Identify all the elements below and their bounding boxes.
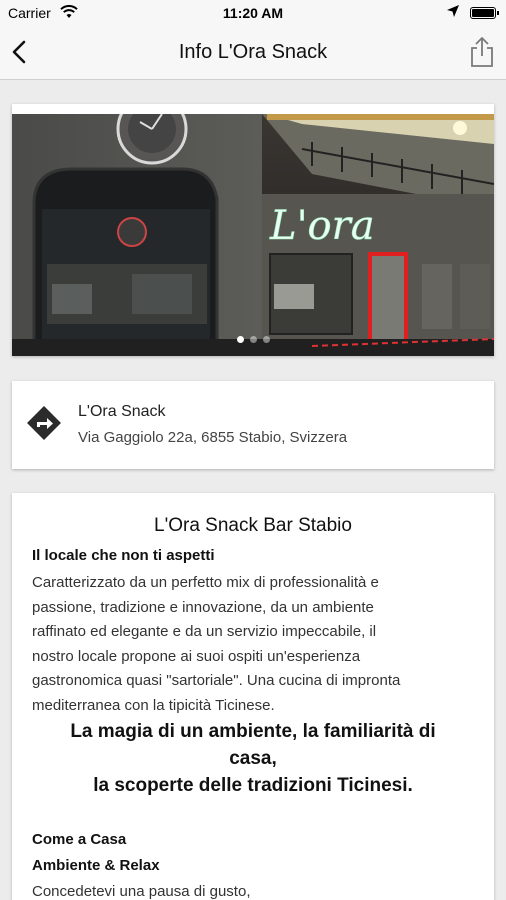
highlight-line: La magia di un ambiente, la familiarità …: [70, 721, 436, 742]
description-card: L'Ora Snack Bar Stabio Il locale che non…: [12, 493, 494, 900]
status-bar: Carrier 11:20 AM: [0, 0, 506, 26]
description-subtitle: Il locale che non ti aspetti: [32, 547, 215, 564]
clock: 11:20 AM: [222, 5, 284, 21]
gallery-pager[interactable]: [12, 330, 494, 348]
paragraph-line: passione, tradizione e innovazione, da u…: [32, 598, 374, 616]
description-paragraph: Caratterizzato da un perfetto mix di pro…: [32, 571, 480, 718]
neon-sign-text: L'ora: [269, 203, 375, 249]
pager-dot[interactable]: [249, 336, 257, 343]
page-title: Info L'Ora Snack: [178, 41, 328, 63]
photo-gallery-card: L'ora: [12, 104, 494, 356]
section-heading-home: Come a Casa: [32, 831, 127, 848]
location-arrow-icon: [446, 4, 460, 21]
pager-dot[interactable]: [262, 336, 270, 343]
pager-dot[interactable]: [236, 336, 244, 343]
battery-icon: [470, 7, 499, 19]
restaurant-photo[interactable]: L'ora: [12, 114, 494, 356]
description-title: L'Ora Snack Bar Stabio: [154, 515, 352, 536]
navigation-bar: Info L'Ora Snack: [0, 26, 506, 80]
back-chevron-icon: [12, 40, 26, 64]
section-heading-relax: Ambiente & Relax: [32, 857, 160, 874]
paragraph-line: mediterranea con la tipicità Ticinese.: [32, 696, 275, 714]
directions-icon[interactable]: [26, 405, 62, 441]
paragraph-line: nostro locale propone ai suoi ospiti un'…: [32, 647, 361, 665]
share-icon: [471, 37, 493, 67]
place-name: L'Ora Snack: [78, 403, 166, 420]
place-address: Via Gaggiolo 22a, 6855 Stabio, Svizzera: [78, 429, 348, 446]
paragraph-line: raffinato ed elegante e da un servizio i…: [32, 623, 377, 640]
paragraph-line: Caratterizzato da un perfetto mix di pro…: [32, 574, 379, 591]
highlight-line: la scoperte delle tradizioni Ticinesi.: [93, 775, 413, 796]
highlight-line: casa,: [229, 748, 277, 769]
share-button[interactable]: [468, 36, 496, 68]
address-card[interactable]: L'Ora Snack Via Gaggiolo 22a, 6855 Stabi…: [12, 381, 494, 469]
section-text: Concedetevi una pausa di gusto,: [32, 883, 251, 900]
paragraph-line: gastronomica quasi "sartoriale". Una cuc…: [32, 672, 401, 689]
highlight-quote: La magia di un ambiente, la familiarità …: [12, 718, 494, 799]
back-button[interactable]: [8, 38, 36, 66]
